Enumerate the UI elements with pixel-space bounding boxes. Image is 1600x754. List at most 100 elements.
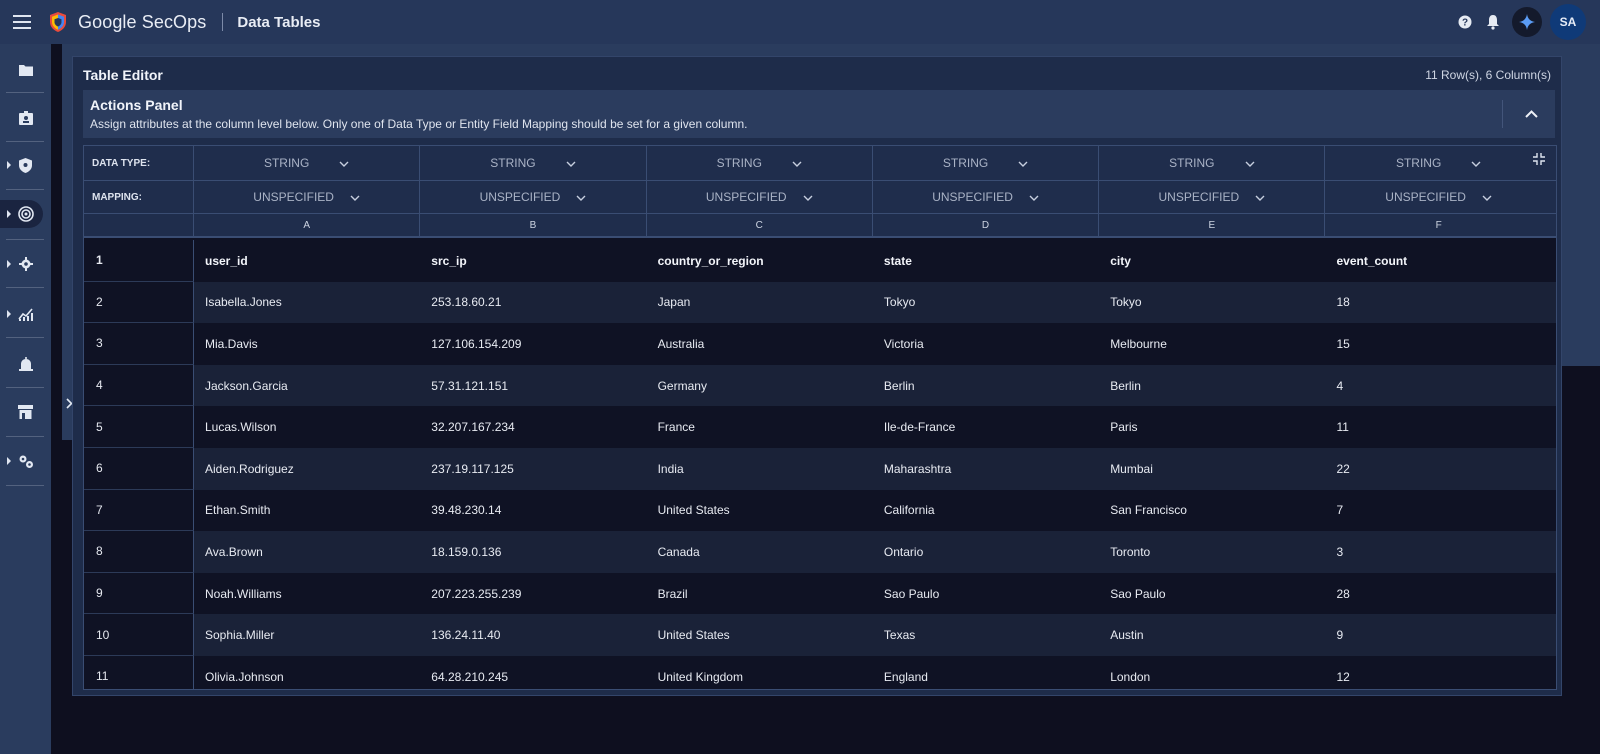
table-cell[interactable]: Paris <box>1099 406 1325 448</box>
brand[interactable]: Google SecOps <box>48 11 206 33</box>
mapping-select[interactable]: UNSPECIFIED <box>647 181 873 213</box>
table-cell[interactable]: 28 <box>1325 573 1551 615</box>
data-type-select[interactable]: STRING <box>1325 146 1551 180</box>
table-row[interactable]: 9 Noah.Williams 207.223.255.239 Brazil S… <box>84 572 1556 615</box>
column-letter[interactable]: F <box>1325 214 1551 236</box>
table-cell[interactable]: Ontario <box>873 531 1099 573</box>
table-row[interactable]: 10 Sophia.Miller 136.24.11.40 United Sta… <box>84 614 1556 656</box>
table-cell[interactable]: 253.18.60.21 <box>420 282 646 324</box>
table-row[interactable]: 1 user_id src_ip country_or_region state… <box>84 240 1556 282</box>
mapping-select[interactable]: UNSPECIFIED <box>1099 181 1326 213</box>
table-cell[interactable]: Ethan.Smith <box>194 490 420 532</box>
table-cell[interactable]: Brazil <box>647 573 873 615</box>
mapping-select[interactable]: UNSPECIFIED <box>873 181 1100 213</box>
table-cell[interactable]: event_count <box>1325 240 1551 282</box>
table-row[interactable]: 5 Lucas.Wilson 32.207.167.234 France Ile… <box>84 406 1556 448</box>
table-cell[interactable]: Sophia.Miller <box>194 614 420 656</box>
table-cell[interactable]: Tokyo <box>1099 282 1325 324</box>
data-type-select[interactable]: STRING <box>873 146 1100 180</box>
data-type-select[interactable]: STRING <box>1099 146 1326 180</box>
table-cell[interactable]: Ile-de-France <box>873 406 1099 448</box>
table-cell[interactable]: Melbourne <box>1099 323 1325 365</box>
table-cell[interactable]: Berlin <box>1099 365 1325 407</box>
table-cell[interactable]: Aiden.Rodriguez <box>194 448 420 490</box>
table-cell[interactable]: state <box>873 240 1099 282</box>
data-type-select[interactable]: STRING <box>194 146 421 180</box>
data-type-select[interactable]: STRING <box>420 146 647 180</box>
table-cell[interactable]: country_or_region <box>647 240 873 282</box>
table-cell[interactable]: 9 <box>1325 614 1551 656</box>
table-cell[interactable]: 18 <box>1325 282 1551 324</box>
table-cell[interactable]: Olivia.Johnson <box>194 656 420 689</box>
mapping-select[interactable]: UNSPECIFIED <box>1325 181 1551 213</box>
sidebar-item-cases[interactable] <box>0 94 51 142</box>
table-cell[interactable]: France <box>647 406 873 448</box>
column-letter[interactable]: C <box>647 214 873 236</box>
table-cell[interactable]: 18.159.0.136 <box>420 531 646 573</box>
table-cell[interactable]: Victoria <box>873 323 1099 365</box>
table-cell[interactable]: United Kingdom <box>647 656 873 689</box>
table-cell[interactable]: Maharashtra <box>873 448 1099 490</box>
table-cell[interactable]: Australia <box>647 323 873 365</box>
table-cell[interactable]: 237.19.117.125 <box>420 448 646 490</box>
sidebar-item-folder[interactable] <box>0 46 51 94</box>
table-row[interactable]: 2 Isabella.Jones 253.18.60.21 Japan Toky… <box>84 281 1556 324</box>
table-cell[interactable]: 4 <box>1325 365 1551 407</box>
mapping-select[interactable]: UNSPECIFIED <box>420 181 647 213</box>
table-row[interactable]: 11 Olivia.Johnson 64.28.210.245 United K… <box>84 656 1556 689</box>
table-cell[interactable]: 15 <box>1325 323 1551 365</box>
table-cell[interactable]: Mia.Davis <box>194 323 420 365</box>
table-cell[interactable]: 3 <box>1325 531 1551 573</box>
table-cell[interactable]: Noah.Williams <box>194 573 420 615</box>
gemini-icon[interactable] <box>1512 7 1542 37</box>
sidebar-item-dashboards[interactable] <box>0 290 51 338</box>
table-cell[interactable]: London <box>1099 656 1325 689</box>
table-cell[interactable]: Texas <box>873 614 1099 656</box>
sidebar-item-investigation[interactable] <box>0 190 51 238</box>
column-letter[interactable]: A <box>194 214 421 236</box>
help-icon[interactable]: ? <box>1452 9 1478 35</box>
table-cell[interactable]: Jackson.Garcia <box>194 365 420 407</box>
table-cell[interactable]: 136.24.11.40 <box>420 614 646 656</box>
table-cell[interactable]: 39.48.230.14 <box>420 490 646 532</box>
sidebar-item-marketplace[interactable] <box>0 388 51 436</box>
table-row[interactable]: 7 Ethan.Smith 39.48.230.14 United States… <box>84 489 1556 532</box>
column-letter[interactable]: E <box>1099 214 1326 236</box>
sidebar-item-alerts[interactable] <box>0 340 51 388</box>
table-cell[interactable]: Austin <box>1099 614 1325 656</box>
collapse-actions-button[interactable] <box>1521 104 1541 124</box>
table-cell[interactable]: 7 <box>1325 490 1551 532</box>
table-cell[interactable]: Germany <box>647 365 873 407</box>
table-cell[interactable]: England <box>873 656 1099 689</box>
avatar[interactable]: SA <box>1550 4 1586 40</box>
table-row[interactable]: 8 Ava.Brown 18.159.0.136 Canada Ontario … <box>84 531 1556 573</box>
table-cell[interactable]: 64.28.210.245 <box>420 656 646 689</box>
table-cell[interactable]: Mumbai <box>1099 448 1325 490</box>
table-row[interactable]: 4 Jackson.Garcia 57.31.121.151 Germany B… <box>84 364 1556 407</box>
table-cell[interactable]: src_ip <box>420 240 646 282</box>
menu-icon[interactable] <box>0 0 44 44</box>
table-cell[interactable]: 32.207.167.234 <box>420 406 646 448</box>
sidebar-item-settings[interactable] <box>0 437 51 485</box>
table-cell[interactable]: 22 <box>1325 448 1551 490</box>
table-cell[interactable]: user_id <box>194 240 420 282</box>
sidebar-item-response[interactable] <box>0 240 51 288</box>
table-cell[interactable]: 12 <box>1325 656 1551 689</box>
table-cell[interactable]: California <box>873 490 1099 532</box>
bell-icon[interactable] <box>1480 9 1506 35</box>
table-row[interactable]: 6 Aiden.Rodriguez 237.19.117.125 India M… <box>84 448 1556 490</box>
column-letter[interactable]: B <box>420 214 647 236</box>
table-cell[interactable]: Tokyo <box>873 282 1099 324</box>
collapse-icon[interactable] <box>1532 152 1546 166</box>
table-row[interactable]: 3 Mia.Davis 127.106.154.209 Australia Vi… <box>84 323 1556 365</box>
mapping-select[interactable]: UNSPECIFIED <box>194 181 421 213</box>
table-cell[interactable]: 11 <box>1325 406 1551 448</box>
table-cell[interactable]: India <box>647 448 873 490</box>
table-cell[interactable]: 57.31.121.151 <box>420 365 646 407</box>
table-cell[interactable]: Japan <box>647 282 873 324</box>
table-cell[interactable]: Toronto <box>1099 531 1325 573</box>
table-cell[interactable]: 127.106.154.209 <box>420 323 646 365</box>
table-cell[interactable]: Canada <box>647 531 873 573</box>
table-cell[interactable]: United States <box>647 490 873 532</box>
table-cell[interactable]: Sao Paulo <box>873 573 1099 615</box>
